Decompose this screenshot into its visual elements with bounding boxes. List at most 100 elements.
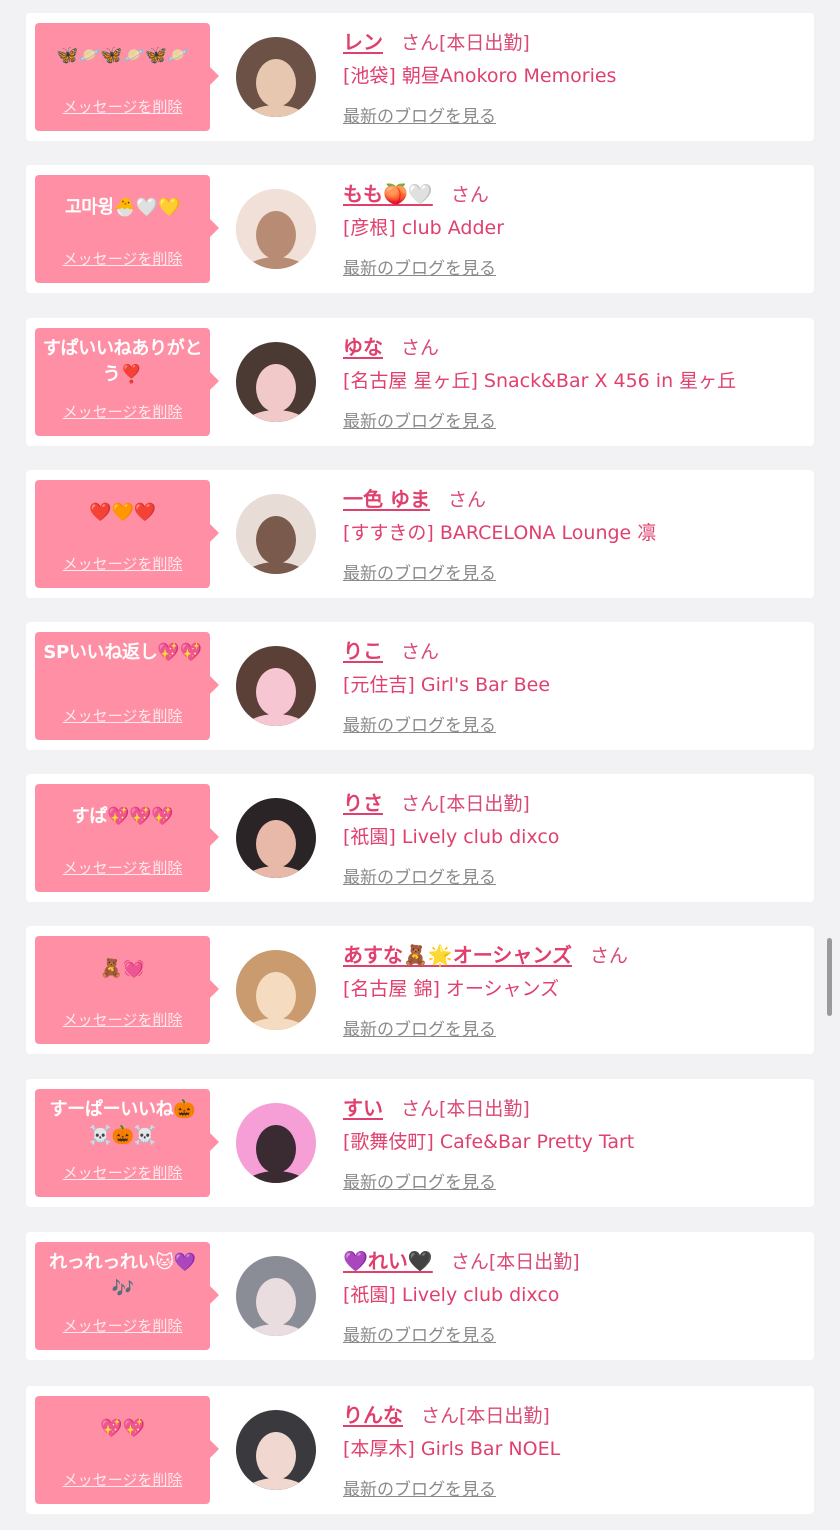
delete-message-link[interactable]: メッセージを削除 bbox=[35, 1009, 210, 1030]
message-card: れっれっれい🐱💜🎶 メッセージを削除 💜れい🖤 さん [本日出勤] [祇園] L… bbox=[26, 1232, 814, 1360]
delete-message-link[interactable]: メッセージを削除 bbox=[35, 857, 210, 878]
latest-blog-link[interactable]: 最新のブログを見る bbox=[343, 1321, 496, 1346]
avatar[interactable] bbox=[236, 1410, 316, 1490]
name-row: レン さん [本日出勤] bbox=[343, 23, 803, 55]
honorific: さん bbox=[450, 1251, 489, 1273]
name-row: ゆな さん bbox=[343, 328, 803, 360]
shop-name: [池袋] 朝昼Anokoro Memories bbox=[343, 65, 617, 87]
working-today-badge: [本日出勤] bbox=[439, 1098, 530, 1120]
latest-blog-link[interactable]: 最新のブログを見る bbox=[343, 1475, 496, 1500]
profile-info: りこ さん [元住吉] Girl's Bar Bee 最新のブログを見る bbox=[343, 632, 803, 736]
scrollbar[interactable] bbox=[827, 938, 832, 1016]
avatar-image bbox=[236, 342, 316, 422]
delete-message-link[interactable]: メッセージを削除 bbox=[35, 1315, 210, 1336]
shop-name: [彦根] club Adder bbox=[343, 217, 505, 239]
message-bubble: すぱ💖💖💖 メッセージを削除 bbox=[35, 784, 219, 892]
delete-message-link[interactable]: メッセージを削除 bbox=[35, 1469, 210, 1490]
message-card: すぱいいねありがとう❣️ メッセージを削除 ゆな さん [名古屋 星ヶ丘] Sn… bbox=[26, 318, 814, 446]
avatar[interactable] bbox=[236, 37, 316, 117]
message-text: 고마윙🐣🤍💛 bbox=[64, 197, 181, 218]
message-card: すぱ💖💖💖 メッセージを削除 りさ さん [本日出勤] [祇園] Lively … bbox=[26, 774, 814, 902]
message-bubble: 💖💖 メッセージを削除 bbox=[35, 1396, 219, 1504]
cast-name-link[interactable]: もも🍑🤍 bbox=[343, 178, 433, 207]
profile-info: もも🍑🤍 さん [彦根] club Adder 最新のブログを見る bbox=[343, 175, 803, 279]
latest-blog-link[interactable]: 最新のブログを見る bbox=[343, 254, 496, 279]
avatar[interactable] bbox=[236, 950, 316, 1030]
shop-name: [名古屋 錦] オーシャンズ bbox=[343, 978, 560, 1000]
avatar-face bbox=[256, 1278, 296, 1326]
message-bubble: 🦋🪐🦋🪐🦋🪐 メッセージを削除 bbox=[35, 23, 219, 131]
message-card: 💖💖 メッセージを削除 りんな さん [本日出勤] [本厚木] Girls Ba… bbox=[26, 1386, 814, 1514]
message-card: 고마윙🐣🤍💛 メッセージを削除 もも🍑🤍 さん [彦根] club Adder … bbox=[26, 165, 814, 293]
delete-message-link[interactable]: メッセージを削除 bbox=[35, 705, 210, 726]
shop-name: [祇園] Lively club dixco bbox=[343, 1284, 560, 1306]
message-bubble: 🧸💓 メッセージを削除 bbox=[35, 936, 219, 1044]
honorific: さん bbox=[447, 489, 486, 511]
message-text: 🧸💓 bbox=[100, 958, 145, 979]
latest-blog-link[interactable]: 最新のブログを見る bbox=[343, 863, 496, 888]
avatar-image bbox=[236, 798, 316, 878]
message-text: すーぱーいいね🎃☠️🎃☠️ bbox=[49, 1099, 196, 1146]
delete-message-link[interactable]: メッセージを削除 bbox=[35, 96, 210, 117]
cast-name-link[interactable]: あすな🧸🌟オーシャンズ bbox=[343, 939, 572, 968]
avatar[interactable] bbox=[236, 342, 316, 422]
avatar-image bbox=[236, 494, 316, 574]
message-text: 💖💖 bbox=[100, 1418, 145, 1439]
name-row: 一色 ゆま さん bbox=[343, 480, 803, 512]
cast-name-link[interactable]: りんな bbox=[343, 1399, 403, 1428]
delete-message-link[interactable]: メッセージを削除 bbox=[35, 401, 210, 422]
cast-name-link[interactable]: りさ bbox=[343, 787, 383, 816]
delete-message-link[interactable]: メッセージを削除 bbox=[35, 248, 210, 269]
cast-name-link[interactable]: レン bbox=[343, 26, 383, 55]
avatar-face bbox=[256, 516, 296, 564]
latest-blog-link[interactable]: 最新のブログを見る bbox=[343, 1168, 496, 1193]
latest-blog-link[interactable]: 最新のブログを見る bbox=[343, 1015, 496, 1040]
profile-info: りさ さん [本日出勤] [祇園] Lively club dixco 最新のブ… bbox=[343, 784, 803, 888]
shop-name: [元住吉] Girl's Bar Bee bbox=[343, 674, 551, 696]
avatar[interactable] bbox=[236, 494, 316, 574]
message-text: 🦋🪐🦋🪐🦋🪐 bbox=[56, 45, 189, 66]
profile-info: ゆな さん [名古屋 星ヶ丘] Snack&Bar X 456 in 星ヶ丘 最… bbox=[343, 328, 803, 432]
cast-name-link[interactable]: 一色 ゆま bbox=[343, 483, 430, 512]
avatar-image bbox=[236, 37, 316, 117]
name-row: あすな🧸🌟オーシャンズ さん bbox=[343, 936, 803, 968]
message-card: すーぱーいいね🎃☠️🎃☠️ メッセージを削除 すい さん [本日出勤] [歌舞伎… bbox=[26, 1079, 814, 1207]
honorific: さん bbox=[421, 1405, 460, 1427]
avatar[interactable] bbox=[236, 1256, 316, 1336]
avatar[interactable] bbox=[236, 798, 316, 878]
delete-message-link[interactable]: メッセージを削除 bbox=[35, 1162, 210, 1183]
avatar[interactable] bbox=[236, 1103, 316, 1183]
honorific: さん bbox=[590, 945, 629, 967]
latest-blog-link[interactable]: 最新のブログを見る bbox=[343, 102, 496, 127]
name-row: りさ さん [本日出勤] bbox=[343, 784, 803, 816]
message-card: ❤️🧡❤️ メッセージを削除 一色 ゆま さん [すすきの] BARCELONA… bbox=[26, 470, 814, 598]
message-text: れっれっれい🐱💜🎶 bbox=[49, 1252, 196, 1299]
delete-message-link[interactable]: メッセージを削除 bbox=[35, 553, 210, 574]
avatar[interactable] bbox=[236, 646, 316, 726]
avatar-face bbox=[256, 364, 296, 412]
message-text: すぱいいねありがとう❣️ bbox=[42, 338, 203, 385]
avatar[interactable] bbox=[236, 189, 316, 269]
latest-blog-link[interactable]: 最新のブログを見る bbox=[343, 711, 496, 736]
message-bubble: SPいいね返し💖💖 メッセージを削除 bbox=[35, 632, 219, 740]
profile-info: あすな🧸🌟オーシャンズ さん [名古屋 錦] オーシャンズ 最新のブログを見る bbox=[343, 936, 803, 1040]
profile-info: レン さん [本日出勤] [池袋] 朝昼Anokoro Memories 最新の… bbox=[343, 23, 803, 127]
avatar-face bbox=[256, 59, 296, 107]
profile-info: りんな さん [本日出勤] [本厚木] Girls Bar NOEL 最新のブロ… bbox=[343, 1396, 803, 1500]
message-text: すぱ💖💖💖 bbox=[71, 806, 174, 827]
working-today-badge: [本日出勤] bbox=[488, 1251, 580, 1273]
latest-blog-link[interactable]: 最新のブログを見る bbox=[343, 407, 496, 432]
working-today-badge: [本日出勤] bbox=[439, 32, 530, 54]
name-row: 💜れい🖤 さん [本日出勤] bbox=[343, 1242, 803, 1274]
cast-name-link[interactable]: りこ bbox=[343, 635, 383, 664]
cast-name-link[interactable]: 💜れい🖤 bbox=[343, 1245, 433, 1274]
message-card: 🧸💓 メッセージを削除 あすな🧸🌟オーシャンズ さん [名古屋 錦] オーシャン… bbox=[26, 926, 814, 1054]
cast-name-link[interactable]: ゆな bbox=[343, 331, 383, 360]
cast-name-link[interactable]: すい bbox=[343, 1092, 383, 1121]
shop-name: [本厚木] Girls Bar NOEL bbox=[343, 1438, 561, 1460]
message-bubble: ❤️🧡❤️ メッセージを削除 bbox=[35, 480, 219, 588]
shop-name: [すすきの] BARCELONA Lounge 凛 bbox=[343, 522, 657, 544]
latest-blog-link[interactable]: 最新のブログを見る bbox=[343, 559, 496, 584]
avatar-face bbox=[256, 972, 296, 1020]
message-card: 🦋🪐🦋🪐🦋🪐 メッセージを削除 レン さん [本日出勤] [池袋] 朝昼Anok… bbox=[26, 13, 814, 141]
